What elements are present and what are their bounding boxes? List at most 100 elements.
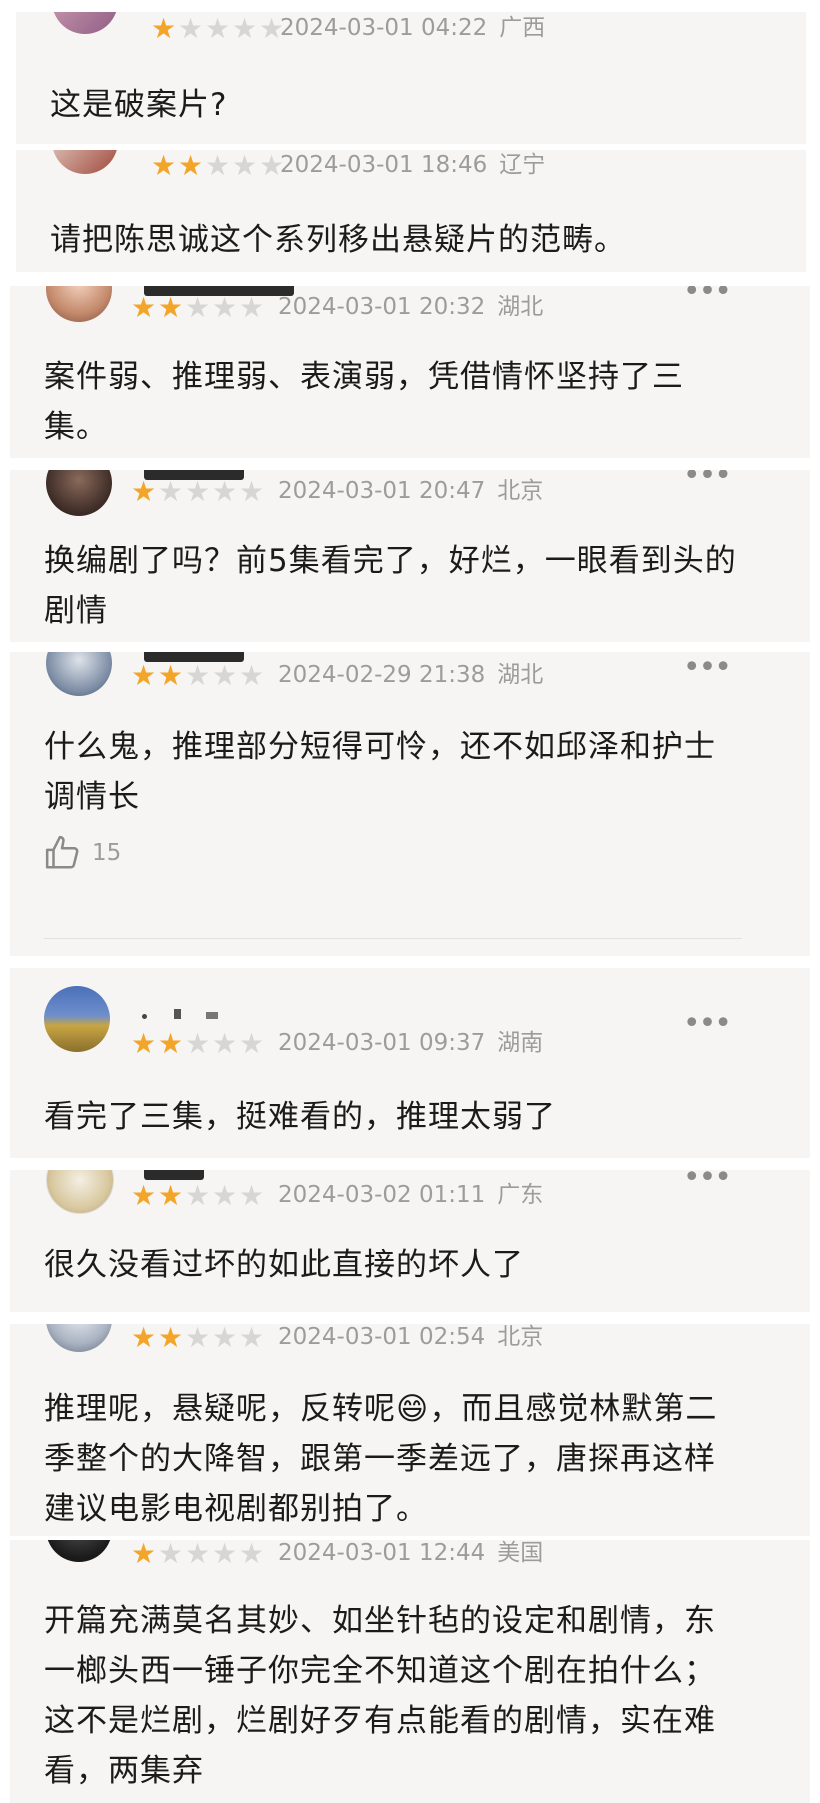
star-icon: ★ <box>130 659 157 692</box>
more-dots-icon[interactable]: ••• <box>683 1170 732 1193</box>
rating-stars: ★ ★ ★ ★ ★ <box>130 478 265 506</box>
star-icon: ★ <box>238 1324 265 1354</box>
star-icon: ★ <box>238 475 265 508</box>
comment-location: 广西 <box>499 15 546 41</box>
star-icon: ★ <box>130 475 157 508</box>
star-icon: ★ <box>184 1027 211 1060</box>
avatar[interactable] <box>52 150 118 174</box>
comment-text: 很久没看过坏的如此直接的坏人了 <box>44 1247 524 1283</box>
username[interactable] <box>142 1004 242 1019</box>
comment-card: ••• ★ ★ ★ ★ ★ 2024-03-02 01:11 广东 很久没看过坏的如此直接… <box>10 1170 810 1312</box>
comment-location: 湖北 <box>497 294 544 320</box>
avatar[interactable] <box>46 286 112 322</box>
more-dots-icon[interactable]: ••• <box>683 653 732 683</box>
like-count: 15 <box>92 840 122 866</box>
comment-card: ★ ★ ★ ★ ★ 2024-03-01 02:54 北京 推理呢，悬疑呢，反转呢😄，而且… <box>10 1324 810 1536</box>
star-icon: ★ <box>184 1179 211 1212</box>
comment-text: 什么鬼，推理部分短得可怜，还不如邱泽和护士调情长 <box>44 729 716 815</box>
star-icon: ★ <box>130 1540 157 1570</box>
more-dots-icon[interactable]: ••• <box>683 470 732 491</box>
star-icon: ★ <box>150 150 177 182</box>
like-button[interactable]: 15 <box>44 834 121 872</box>
comment-card: ★ ★ ★ ★ ★ 2024-03-01 04:22 广西 这是破案片? <box>16 12 806 144</box>
comment-date: 2024-03-01 09:37 <box>278 1030 486 1056</box>
star-icon: ★ <box>238 291 265 324</box>
comment-location: 湖北 <box>497 662 544 688</box>
star-icon: ★ <box>184 659 211 692</box>
star-icon: ★ <box>130 1179 157 1212</box>
comment-card: ★ ★ ★ ★ ★ 2024-03-01 18:46 辽宁 请把陈思诚这个系列移出悬疑片的… <box>16 150 806 272</box>
comment-date: 2024-03-02 01:11 <box>278 1182 486 1208</box>
avatar[interactable] <box>46 1170 114 1214</box>
rating-stars: ★ ★ ★ ★ ★ <box>150 15 285 43</box>
star-icon: ★ <box>157 1324 184 1354</box>
star-icon: ★ <box>211 475 238 508</box>
star-icon: ★ <box>211 1027 238 1060</box>
star-icon: ★ <box>130 291 157 324</box>
comment-meta: 2024-03-01 20:47 北京 <box>278 476 555 506</box>
comment-date: 2024-03-01 12:44 <box>278 1540 486 1566</box>
star-icon: ★ <box>204 150 231 182</box>
comment-meta: 2024-03-01 09:37 湖南 <box>278 1028 555 1058</box>
star-icon: ★ <box>184 291 211 324</box>
comment-text: 推理呢，悬疑呢，反转呢😄，而且感觉林默第二季整个的大降智，跟第一季差远了，唐探再… <box>44 1391 718 1527</box>
star-icon: ★ <box>211 1540 238 1570</box>
thumbs-up-icon[interactable] <box>44 834 82 872</box>
more-dots-icon[interactable]: ••• <box>683 286 732 307</box>
comment-location: 辽宁 <box>499 152 546 178</box>
comment-date: 2024-03-01 18:46 <box>280 152 488 178</box>
comment-text: 开篇充满莫名其妙、如坐针毡的设定和剧情，东一榔头西一锤子你完全不知道这个剧在拍什… <box>44 1603 716 1789</box>
comment-date: 2024-02-29 21:38 <box>278 662 486 688</box>
comment-date: 2024-03-01 20:32 <box>278 294 486 320</box>
star-icon: ★ <box>130 1027 157 1060</box>
comment-meta: 2024-03-01 20:32 湖北 <box>278 292 555 322</box>
comment-location: 北京 <box>497 478 544 504</box>
comment-card: ••• ★ ★ ★ ★ ★ 2024-03-01 20:47 北京 换编剧了吗？前5集看完… <box>10 470 810 642</box>
comment-date: 2024-03-01 04:22 <box>280 15 488 41</box>
star-icon: ★ <box>130 1324 157 1354</box>
comment-card: ••• ★ ★ ★ ★ ★ 2024-02-29 21:38 湖北 什么鬼，推理部分短得可… <box>10 652 810 956</box>
comment-text: 案件弱、推理弱、表演弱，凭借情怀坚持了三集。 <box>44 359 684 445</box>
star-icon: ★ <box>211 291 238 324</box>
star-icon: ★ <box>231 150 258 182</box>
comment-text: 看完了三集，挺难看的，推理太弱了 <box>44 1099 556 1135</box>
rating-stars: ★ ★ ★ ★ ★ <box>130 1540 265 1568</box>
avatar[interactable] <box>46 652 112 696</box>
star-icon: ★ <box>204 12 231 45</box>
star-icon: ★ <box>211 659 238 692</box>
avatar[interactable] <box>52 12 118 34</box>
rating-stars: ★ ★ ★ ★ ★ <box>130 1324 265 1352</box>
star-icon: ★ <box>238 1179 265 1212</box>
comment-card: ••• ★ ★ ★ ★ ★ 2024-03-01 09:37 湖南 看完了三集，挺难看的，… <box>10 968 810 1158</box>
comment-meta: 2024-03-01 12:44 美国 <box>278 1540 555 1568</box>
star-icon: ★ <box>157 291 184 324</box>
avatar[interactable] <box>44 986 110 1052</box>
avatar[interactable] <box>46 1324 112 1352</box>
avatar[interactable] <box>46 1540 112 1562</box>
comment-date: 2024-03-01 20:47 <box>278 478 486 504</box>
comment-text: 换编剧了吗？前5集看完了，好烂，一眼看到头的剧情 <box>44 543 737 629</box>
rating-stars: ★ ★ ★ ★ ★ <box>130 1182 265 1210</box>
star-icon: ★ <box>238 1027 265 1060</box>
comment-location: 北京 <box>497 1324 544 1350</box>
star-icon: ★ <box>157 1540 184 1570</box>
comment-location: 美国 <box>497 1540 544 1566</box>
comment-text: 请把陈思诚这个系列移出悬疑片的范畴。 <box>50 222 626 258</box>
comment-card: ••• ★ ★ ★ ★ ★ 2024-03-01 20:32 湖北 案件弱、推理弱、表演弱… <box>10 286 810 458</box>
comment-card: ★ ★ ★ ★ ★ 2024-03-01 12:44 美国 开篇充满莫名其妙、如坐针毡的设… <box>10 1540 810 1803</box>
star-icon: ★ <box>157 475 184 508</box>
rating-stars: ★ ★ ★ ★ ★ <box>130 294 265 322</box>
comment-date: 2024-03-01 02:54 <box>278 1324 486 1350</box>
more-dots-icon[interactable]: ••• <box>683 1009 732 1039</box>
star-icon: ★ <box>157 1027 184 1060</box>
star-icon: ★ <box>150 12 177 45</box>
comment-location: 广东 <box>497 1182 544 1208</box>
avatar[interactable] <box>46 470 112 516</box>
rating-stars: ★ ★ ★ ★ ★ <box>150 152 285 180</box>
star-icon: ★ <box>177 12 204 45</box>
star-icon: ★ <box>184 475 211 508</box>
star-icon: ★ <box>184 1324 211 1354</box>
rating-stars: ★ ★ ★ ★ ★ <box>130 662 265 690</box>
star-icon: ★ <box>184 1540 211 1570</box>
star-icon: ★ <box>238 659 265 692</box>
